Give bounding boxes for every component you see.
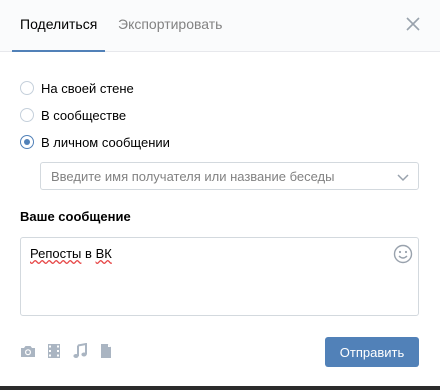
- video-icon[interactable]: [46, 343, 62, 359]
- tab-export[interactable]: Экспортировать: [118, 0, 222, 51]
- music-icon[interactable]: [72, 343, 88, 359]
- message-word: Репосты: [30, 246, 82, 261]
- message-title: Ваше сообщение: [20, 209, 131, 224]
- smile-icon[interactable]: [393, 244, 413, 264]
- option-label: В сообществе: [41, 107, 127, 123]
- option-community[interactable]: В сообществе: [20, 106, 126, 124]
- modal-header: Поделиться Экспортировать: [0, 0, 440, 52]
- option-own-wall[interactable]: На своей стене: [20, 79, 134, 97]
- recipient-select[interactable]: Введите имя получателя или название бесе…: [40, 162, 419, 190]
- radio-community[interactable]: [20, 108, 34, 122]
- camera-icon[interactable]: [20, 343, 36, 359]
- radio-private-message[interactable]: [20, 135, 34, 149]
- option-label: В личном сообщении: [41, 134, 170, 150]
- radio-own-wall[interactable]: [20, 81, 34, 95]
- send-button[interactable]: Отправить: [325, 337, 419, 367]
- window-bottom-border: [0, 386, 440, 390]
- tab-share[interactable]: Поделиться: [12, 0, 106, 52]
- message-text: Репосты в ВК: [30, 246, 112, 261]
- option-private-message[interactable]: В личном сообщении: [20, 133, 170, 151]
- message-word: ВК: [95, 246, 112, 261]
- close-icon[interactable]: [405, 16, 421, 32]
- message-input[interactable]: Репосты в ВК: [20, 237, 419, 316]
- recipient-placeholder: Введите имя получателя или название бесе…: [51, 169, 335, 184]
- option-label: На своей стене: [41, 80, 134, 96]
- document-icon[interactable]: [98, 343, 114, 359]
- chevron-down-icon[interactable]: [396, 170, 410, 184]
- message-word: в: [85, 246, 92, 261]
